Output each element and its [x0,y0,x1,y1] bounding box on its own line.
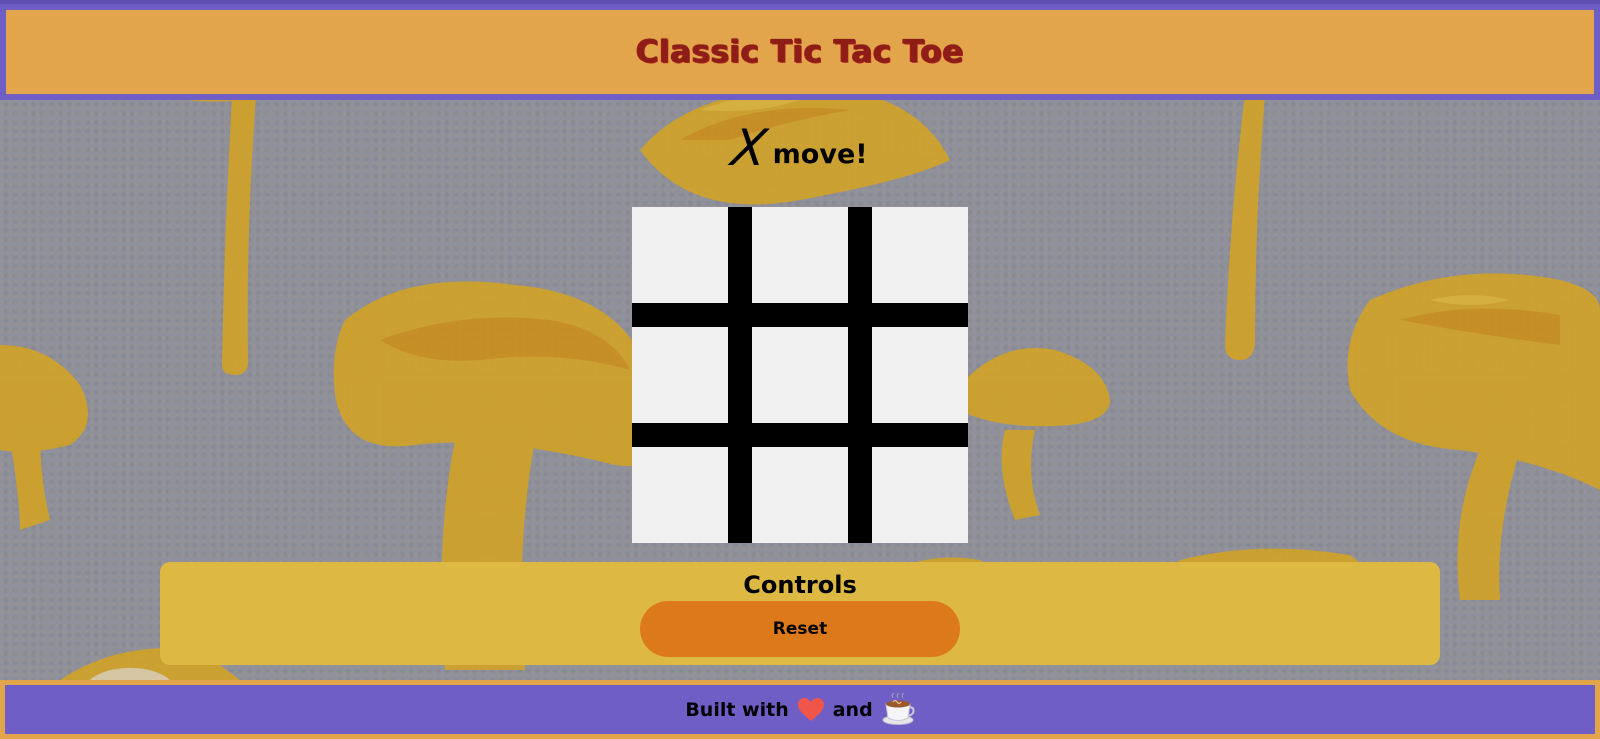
turn-status-text: move! [772,139,868,170]
controls-title: Controls [743,571,857,599]
board-cell-5[interactable] [752,327,848,423]
board-cell-7[interactable] [632,447,728,543]
current-player-mark: X [728,119,771,177]
footer-and-text: and [832,698,873,721]
reset-button[interactable]: Reset [640,601,960,657]
board-cell-4[interactable] [632,327,728,423]
board-cell-2[interactable] [752,207,848,303]
turn-status: X move! [0,119,1600,177]
board-cell-9[interactable] [872,447,968,543]
controls-panel: Controls Reset [160,562,1440,665]
board-cell-6[interactable] [872,327,968,423]
app-header: Classic Tic Tac Toe [0,4,1600,100]
heart-icon [797,697,825,723]
footer-built-with-text: Built with [685,698,789,721]
board-cell-3[interactable] [872,207,968,303]
board-cell-1[interactable] [632,207,728,303]
app-footer: Built with and [0,680,1600,739]
page-title: Classic Tic Tac Toe [635,34,965,70]
coffee-icon [881,692,915,727]
board-cell-8[interactable] [752,447,848,543]
game-board [632,207,968,543]
